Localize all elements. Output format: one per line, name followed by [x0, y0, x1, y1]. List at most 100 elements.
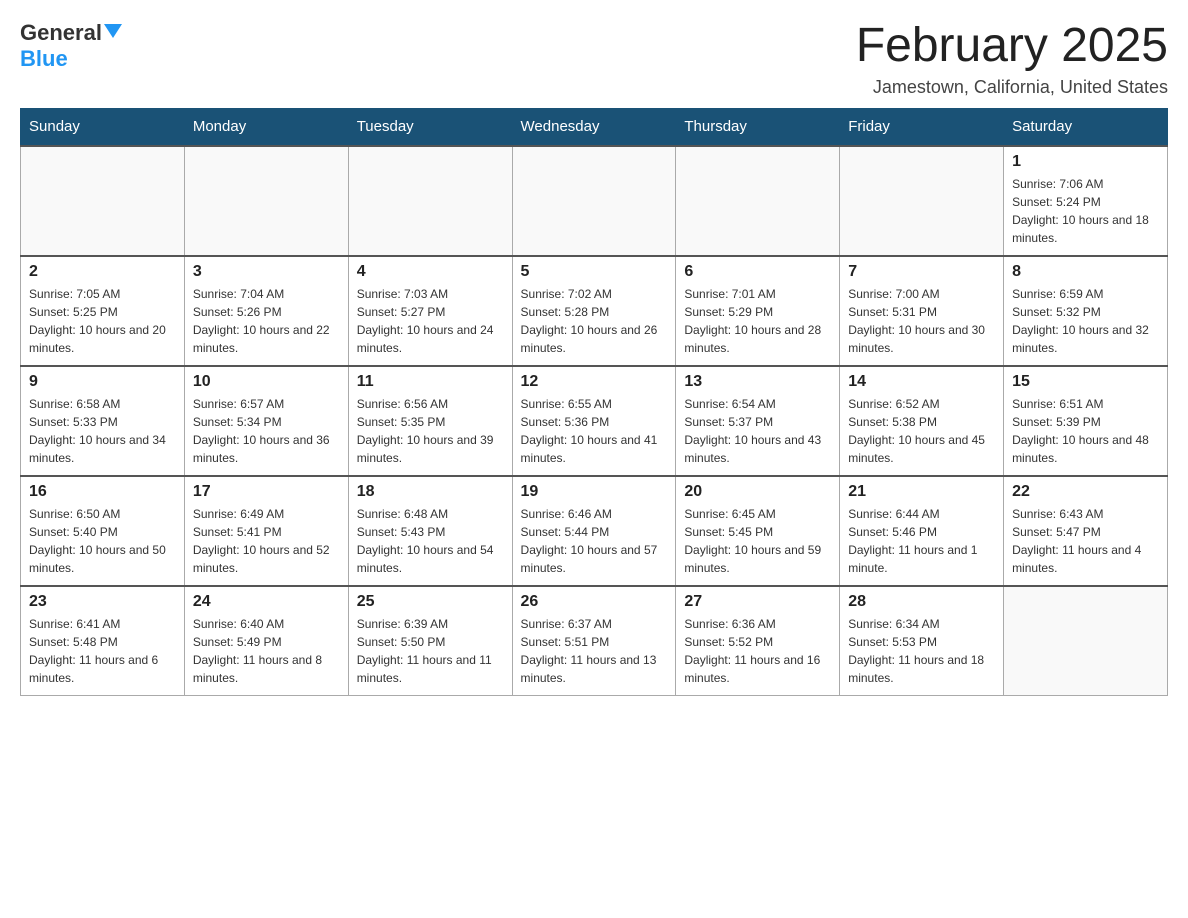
calendar-week-row-1: 1 Sunrise: 7:06 AMSunset: 5:24 PMDaylight… — [21, 146, 1168, 256]
day-number: 27 — [684, 593, 831, 611]
day-number: 26 — [521, 593, 668, 611]
day-number: 19 — [521, 483, 668, 501]
day-number: 23 — [29, 593, 176, 611]
calendar-cell — [676, 146, 840, 256]
calendar-cell: 14 Sunrise: 6:52 AMSunset: 5:38 PMDayligh… — [840, 366, 1004, 476]
day-info: Sunrise: 6:49 AMSunset: 5:41 PMDaylight:… — [193, 505, 340, 577]
day-info: Sunrise: 6:36 AMSunset: 5:52 PMDaylight:… — [684, 615, 831, 687]
day-number: 28 — [848, 593, 995, 611]
day-info: Sunrise: 6:34 AMSunset: 5:53 PMDaylight:… — [848, 615, 995, 687]
day-info: Sunrise: 6:52 AMSunset: 5:38 PMDaylight:… — [848, 395, 995, 467]
logo-general-text: General — [20, 20, 102, 46]
logo-triangle-icon — [104, 24, 122, 38]
location-subtitle: Jamestown, California, United States — [856, 77, 1168, 98]
day-info: Sunrise: 6:43 AMSunset: 5:47 PMDaylight:… — [1012, 505, 1159, 577]
day-info: Sunrise: 6:37 AMSunset: 5:51 PMDaylight:… — [521, 615, 668, 687]
day-info: Sunrise: 6:54 AMSunset: 5:37 PMDaylight:… — [684, 395, 831, 467]
day-info: Sunrise: 6:57 AMSunset: 5:34 PMDaylight:… — [193, 395, 340, 467]
day-info: Sunrise: 6:41 AMSunset: 5:48 PMDaylight:… — [29, 615, 176, 687]
day-info: Sunrise: 6:56 AMSunset: 5:35 PMDaylight:… — [357, 395, 504, 467]
weekday-header-saturday: Saturday — [1004, 108, 1168, 146]
logo: General Blue — [20, 20, 122, 72]
day-number: 15 — [1012, 373, 1159, 391]
calendar-week-row-5: 23 Sunrise: 6:41 AMSunset: 5:48 PMDayligh… — [21, 586, 1168, 696]
day-info: Sunrise: 7:04 AMSunset: 5:26 PMDaylight:… — [193, 285, 340, 357]
calendar-week-row-2: 2 Sunrise: 7:05 AMSunset: 5:25 PMDaylight… — [21, 256, 1168, 366]
day-info: Sunrise: 7:00 AMSunset: 5:31 PMDaylight:… — [848, 285, 995, 357]
day-info: Sunrise: 7:02 AMSunset: 5:28 PMDaylight:… — [521, 285, 668, 357]
calendar-cell: 7 Sunrise: 7:00 AMSunset: 5:31 PMDaylight… — [840, 256, 1004, 366]
calendar-cell: 9Sunrise: 6:58 AMSunset: 5:33 PMDaylight… — [21, 366, 185, 476]
day-number: 24 — [193, 593, 340, 611]
logo-blue-text: Blue — [20, 46, 68, 72]
day-number: 16 — [29, 483, 176, 501]
day-number: 3 — [193, 263, 340, 281]
day-number: 21 — [848, 483, 995, 501]
day-info: Sunrise: 6:59 AMSunset: 5:32 PMDaylight:… — [1012, 285, 1159, 357]
day-info: Sunrise: 7:06 AMSunset: 5:24 PMDaylight:… — [1012, 175, 1159, 247]
day-number: 5 — [521, 263, 668, 281]
day-number: 25 — [357, 593, 504, 611]
calendar-cell: 12 Sunrise: 6:55 AMSunset: 5:36 PMDayligh… — [512, 366, 676, 476]
calendar-week-row-4: 16 Sunrise: 6:50 AMSunset: 5:40 PMDayligh… — [21, 476, 1168, 586]
calendar-cell: 19 Sunrise: 6:46 AMSunset: 5:44 PMDayligh… — [512, 476, 676, 586]
weekday-header-wednesday: Wednesday — [512, 108, 676, 146]
calendar-cell — [21, 146, 185, 256]
day-info: Sunrise: 6:48 AMSunset: 5:43 PMDaylight:… — [357, 505, 504, 577]
weekday-header-thursday: Thursday — [676, 108, 840, 146]
day-info: Sunrise: 6:39 AMSunset: 5:50 PMDaylight:… — [357, 615, 504, 687]
calendar-cell: 16 Sunrise: 6:50 AMSunset: 5:40 PMDayligh… — [21, 476, 185, 586]
calendar-cell: 2 Sunrise: 7:05 AMSunset: 5:25 PMDaylight… — [21, 256, 185, 366]
day-number: 11 — [357, 373, 504, 391]
day-info: Sunrise: 6:50 AMSunset: 5:40 PMDaylight:… — [29, 505, 176, 577]
calendar-cell: 1 Sunrise: 7:06 AMSunset: 5:24 PMDaylight… — [1004, 146, 1168, 256]
calendar-week-row-3: 9Sunrise: 6:58 AMSunset: 5:33 PMDaylight… — [21, 366, 1168, 476]
title-section: February 2025 Jamestown, California, Uni… — [856, 20, 1168, 98]
calendar-cell: 28 Sunrise: 6:34 AMSunset: 5:53 PMDayligh… — [840, 586, 1004, 696]
day-number: 6 — [684, 263, 831, 281]
calendar-cell: 3 Sunrise: 7:04 AMSunset: 5:26 PMDaylight… — [184, 256, 348, 366]
weekday-header-friday: Friday — [840, 108, 1004, 146]
day-number: 7 — [848, 263, 995, 281]
calendar-cell: 20 Sunrise: 6:45 AMSunset: 5:45 PMDayligh… — [676, 476, 840, 586]
page-header: General Blue February 2025 Jamestown, Ca… — [20, 20, 1168, 98]
weekday-header-row: SundayMondayTuesdayWednesdayThursdayFrid… — [21, 108, 1168, 146]
day-number: 22 — [1012, 483, 1159, 501]
day-info: Sunrise: 7:01 AMSunset: 5:29 PMDaylight:… — [684, 285, 831, 357]
day-number: 1 — [1012, 153, 1159, 171]
calendar-cell: 4Sunrise: 7:03 AMSunset: 5:27 PMDaylight… — [348, 256, 512, 366]
calendar-cell: 23 Sunrise: 6:41 AMSunset: 5:48 PMDayligh… — [21, 586, 185, 696]
calendar-cell: 11 Sunrise: 6:56 AMSunset: 5:35 PMDayligh… — [348, 366, 512, 476]
day-number: 18 — [357, 483, 504, 501]
calendar-cell: 17Sunrise: 6:49 AMSunset: 5:41 PMDayligh… — [184, 476, 348, 586]
day-info: Sunrise: 6:51 AMSunset: 5:39 PMDaylight:… — [1012, 395, 1159, 467]
calendar-cell: 5 Sunrise: 7:02 AMSunset: 5:28 PMDaylight… — [512, 256, 676, 366]
day-number: 12 — [521, 373, 668, 391]
day-info: Sunrise: 6:45 AMSunset: 5:45 PMDaylight:… — [684, 505, 831, 577]
calendar-cell: 18 Sunrise: 6:48 AMSunset: 5:43 PMDayligh… — [348, 476, 512, 586]
calendar-cell: 22 Sunrise: 6:43 AMSunset: 5:47 PMDayligh… — [1004, 476, 1168, 586]
day-info: Sunrise: 7:05 AMSunset: 5:25 PMDaylight:… — [29, 285, 176, 357]
weekday-header-sunday: Sunday — [21, 108, 185, 146]
day-info: Sunrise: 6:44 AMSunset: 5:46 PMDaylight:… — [848, 505, 995, 577]
day-number: 14 — [848, 373, 995, 391]
weekday-header-monday: Monday — [184, 108, 348, 146]
day-info: Sunrise: 6:46 AMSunset: 5:44 PMDaylight:… — [521, 505, 668, 577]
calendar-cell: 6 Sunrise: 7:01 AMSunset: 5:29 PMDaylight… — [676, 256, 840, 366]
calendar-table: SundayMondayTuesdayWednesdayThursdayFrid… — [20, 108, 1168, 697]
calendar-cell: 25 Sunrise: 6:39 AMSunset: 5:50 PMDayligh… — [348, 586, 512, 696]
calendar-cell — [512, 146, 676, 256]
calendar-cell: 13 Sunrise: 6:54 AMSunset: 5:37 PMDayligh… — [676, 366, 840, 476]
day-number: 13 — [684, 373, 831, 391]
calendar-cell — [348, 146, 512, 256]
day-info: Sunrise: 6:55 AMSunset: 5:36 PMDaylight:… — [521, 395, 668, 467]
day-info: Sunrise: 7:03 AMSunset: 5:27 PMDaylight:… — [357, 285, 504, 357]
day-number: 9 — [29, 373, 176, 391]
calendar-cell — [840, 146, 1004, 256]
day-info: Sunrise: 6:40 AMSunset: 5:49 PMDaylight:… — [193, 615, 340, 687]
calendar-cell: 26 Sunrise: 6:37 AMSunset: 5:51 PMDayligh… — [512, 586, 676, 696]
day-number: 8 — [1012, 263, 1159, 281]
day-number: 20 — [684, 483, 831, 501]
day-number: 2 — [29, 263, 176, 281]
weekday-header-tuesday: Tuesday — [348, 108, 512, 146]
